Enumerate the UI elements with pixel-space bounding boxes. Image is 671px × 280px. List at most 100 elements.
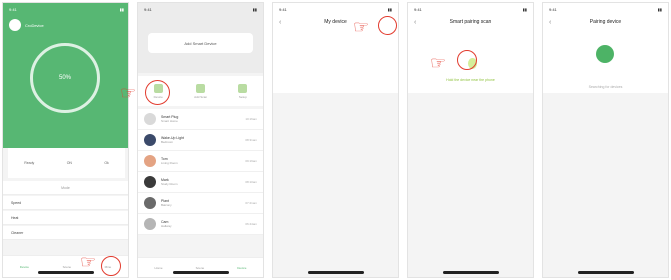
list-item[interactable]: Smart Plug Smart Home 10:16am bbox=[138, 109, 263, 130]
avatar bbox=[144, 155, 156, 167]
header: 9:41 ▮▮ Add Smart Device bbox=[138, 3, 263, 73]
pointing-hand-icon: ☞ bbox=[120, 83, 137, 103]
status-text: Searching for devices bbox=[588, 85, 623, 89]
page-title: Smart pairing scan bbox=[449, 19, 492, 25]
avatar bbox=[144, 134, 156, 146]
device-name: Cam Hallway bbox=[161, 220, 245, 228]
back-button[interactable]: ‹ bbox=[549, 19, 551, 26]
ring-value: 50% bbox=[58, 75, 71, 81]
row-1[interactable]: Speed bbox=[3, 196, 128, 210]
avatar bbox=[144, 176, 156, 188]
tab-device[interactable]: Device bbox=[20, 265, 29, 269]
section-title: Mode bbox=[61, 185, 70, 190]
screen-pairing-scan: 9:41 ▮▮ ‹ Smart pairing scan Hold the dev… bbox=[407, 2, 534, 278]
setup-icon bbox=[238, 83, 248, 93]
pointing-hand-icon: ☞ bbox=[430, 53, 447, 73]
device-time: 08:10am bbox=[245, 180, 257, 184]
status-bar: 9:41 ▮▮ bbox=[138, 3, 263, 15]
tab-home[interactable]: Home bbox=[155, 266, 163, 270]
list-item[interactable]: Plant Balcony 07:21am bbox=[138, 193, 263, 214]
scan-icon bbox=[196, 83, 206, 93]
section-label: Mode bbox=[3, 181, 128, 195]
status-panel: 9:41 ▮▮ CroDevice 50% bbox=[3, 3, 128, 148]
pointing-hand-icon: ☞ bbox=[353, 17, 370, 37]
device-name: Tom Living Room bbox=[161, 157, 245, 165]
list-item[interactable]: Wake-Up Light Bedroom 08:31am bbox=[138, 130, 263, 151]
screen-my-device: 9:41 ▮▮ ‹ My device bbox=[272, 2, 399, 278]
screen-device-list: 9:41 ▮▮ Add Smart Device Device Add Scan … bbox=[137, 2, 264, 278]
pointing-hand-icon: ☞ bbox=[80, 252, 97, 272]
device-subtitle: Living Room bbox=[161, 161, 178, 165]
device-time: 10:16am bbox=[245, 117, 257, 121]
device-subtitle: Study Room bbox=[161, 182, 178, 186]
list-item[interactable]: Cam Hallway 06:44am bbox=[138, 214, 263, 235]
tab-scene[interactable]: Scene bbox=[196, 266, 205, 270]
avatar[interactable] bbox=[9, 19, 21, 31]
status-bar: 9:41 ▮▮ bbox=[3, 3, 128, 15]
tab-device[interactable]: Device bbox=[237, 266, 246, 270]
device-name: Wake-Up Light Bedroom bbox=[161, 136, 245, 144]
pairing-status-icon bbox=[596, 45, 614, 63]
shortcut-label: Setup bbox=[238, 94, 247, 99]
back-button[interactable]: ‹ bbox=[414, 19, 416, 26]
tab-scene[interactable]: Scene bbox=[63, 265, 72, 269]
status-bar: 9:41 ▮▮ bbox=[273, 3, 398, 15]
device-name: Plant Balcony bbox=[161, 199, 245, 207]
screen-home: 9:41 ▮▮ CroDevice 50% Ready ON Ok Mode Sp… bbox=[2, 2, 129, 278]
device-time: 08:31am bbox=[245, 138, 257, 142]
device-name: Smart Plug Smart Home bbox=[161, 115, 245, 123]
row-3[interactable]: Cleaner bbox=[3, 226, 128, 240]
stats-bar: Ready ON Ok bbox=[8, 148, 125, 178]
battery-icon: ▮▮ bbox=[657, 6, 662, 12]
avatar bbox=[144, 113, 156, 125]
device-name: Mark Study Room bbox=[161, 178, 245, 186]
clock: 9:41 bbox=[144, 6, 152, 12]
avatar bbox=[144, 197, 156, 209]
clock: 9:41 bbox=[414, 6, 422, 12]
page-title: My device bbox=[324, 19, 347, 25]
tab-bar: Home Scene Device bbox=[138, 257, 263, 277]
device-time: 09:19am bbox=[245, 159, 257, 163]
stat-3: Ok bbox=[104, 161, 109, 165]
hint-text: Hold the device near the phone bbox=[446, 78, 495, 82]
add-button-highlight[interactable] bbox=[378, 16, 397, 35]
battery-icon: ▮▮ bbox=[522, 6, 527, 12]
row-label: Heat bbox=[11, 215, 19, 220]
home-indicator bbox=[578, 271, 634, 274]
clock: 9:41 bbox=[549, 6, 557, 12]
back-button[interactable]: ‹ bbox=[279, 19, 281, 26]
row-label: Speed bbox=[11, 200, 22, 205]
device-time: 07:21am bbox=[245, 201, 257, 205]
home-indicator bbox=[443, 271, 499, 274]
home-indicator bbox=[308, 271, 364, 274]
status-bar: 9:41 ▮▮ bbox=[543, 3, 668, 15]
user-name: CroDevice bbox=[25, 23, 44, 28]
home-indicator bbox=[173, 271, 229, 274]
nav-bar: ‹ Smart pairing scan bbox=[408, 15, 533, 29]
row-2[interactable]: Heat bbox=[3, 211, 128, 225]
device-subtitle: Balcony bbox=[161, 203, 172, 207]
bluetooth-highlight[interactable] bbox=[457, 50, 477, 70]
clock: 9:41 bbox=[9, 6, 17, 12]
page-title: Pairing device bbox=[589, 19, 622, 25]
stat-2: ON bbox=[66, 161, 72, 165]
device-subtitle: Bedroom bbox=[161, 140, 174, 144]
highlight-circle bbox=[145, 80, 170, 105]
battery-icon: ▮▮ bbox=[387, 6, 392, 12]
device-list: Smart Plug Smart Home 10:16am Wake-Up Light… bbox=[138, 109, 263, 235]
status-bar: 9:41 ▮▮ bbox=[408, 3, 533, 15]
shortcut-setup[interactable]: Setup bbox=[238, 83, 248, 99]
nav-bar: ‹ Pairing device bbox=[543, 15, 668, 29]
list-item[interactable]: Mark Study Room 08:10am bbox=[138, 172, 263, 193]
screen-pairing-device: 9:41 ▮▮ ‹ Pairing device Searching for de… bbox=[542, 2, 669, 278]
device-subtitle: Smart Home bbox=[161, 119, 178, 123]
shortcut-label: Add Scan bbox=[194, 94, 208, 99]
progress-ring: 50% bbox=[30, 43, 100, 113]
battery-icon: ▮▮ bbox=[252, 6, 257, 12]
add-device-banner[interactable]: Add Smart Device bbox=[148, 33, 253, 53]
list-item[interactable]: Tom Living Room 09:19am bbox=[138, 151, 263, 172]
shortcut-scan[interactable]: Add Scan bbox=[194, 83, 208, 99]
device-subtitle: Hallway bbox=[161, 224, 172, 228]
clock: 9:41 bbox=[279, 6, 287, 12]
device-time: 06:44am bbox=[245, 222, 257, 226]
